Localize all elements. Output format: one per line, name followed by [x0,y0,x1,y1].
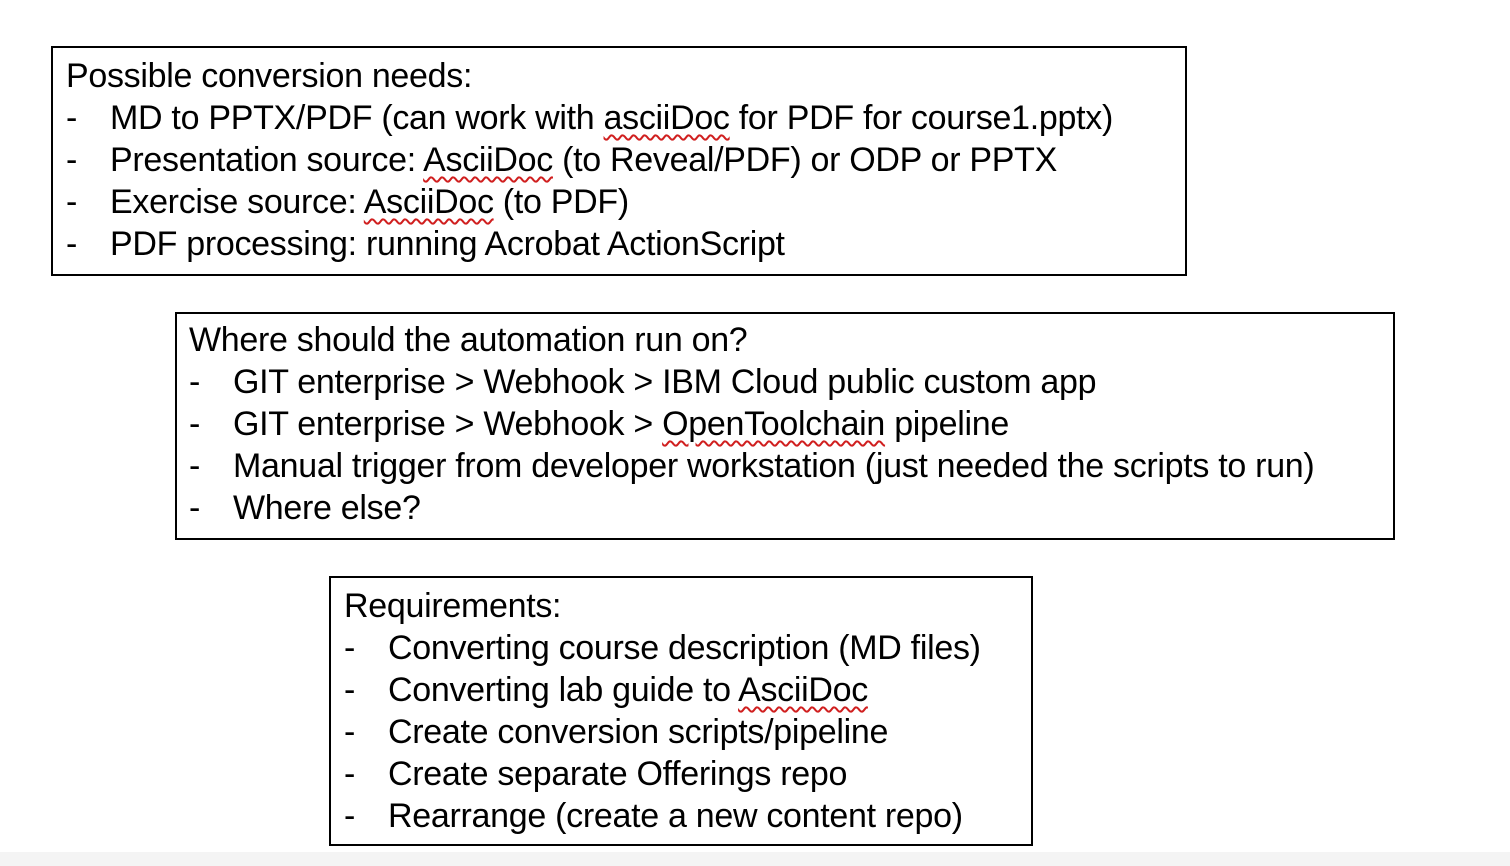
bullet-dash: - [66,225,78,263]
list-item: - GIT enterprise > Webhook > IBM Cloud p… [189,361,1379,403]
bullet-dash: - [189,447,201,485]
bullet-dash: - [66,183,78,221]
bullet-dash: - [189,489,201,527]
list-item: - Converting course description (MD file… [344,627,1024,669]
bullet-dash: - [344,797,356,835]
item-text: GIT enterprise > Webhook > IBM Cloud pub… [233,363,1097,401]
item-text: Rearrange (create a new content repo) [388,797,963,835]
list-item: - Create separate Offerings repo [344,753,1024,795]
automation-location-heading: Where should the automation run on? [189,321,748,359]
item-text: MD to PPTX/PDF (can work with [110,99,604,137]
bullet-dash: - [344,713,356,751]
item-text: GIT enterprise > Webhook > [233,405,663,443]
spellcheck-flagged-word[interactable]: AsciiDoc [423,141,553,179]
item-text: for PDF for course1.pptx) [729,99,1114,137]
bullet-dash: - [344,671,356,709]
bullet-dash: - [66,141,78,179]
list-item: - Where else? [189,487,1379,529]
item-text: Converting course description (MD files) [388,629,981,667]
spellcheck-flagged-word[interactable]: asciiDoc [604,99,730,137]
item-text: Manual trigger from developer workstatio… [233,447,1315,485]
list-item: - Manual trigger from developer workstat… [189,445,1379,487]
requirements-heading: Requirements: [344,587,562,625]
spellcheck-flagged-word[interactable]: AsciiDoc [364,183,494,221]
item-text: pipeline [885,405,1010,443]
list-item: - Create conversion scripts/pipeline [344,711,1024,753]
item-text: Presentation source: [110,141,424,179]
item-text: Create conversion scripts/pipeline [388,713,889,751]
item-text: Exercise source: [110,183,364,221]
bullet-dash: - [189,405,201,443]
bullet-dash: - [189,363,201,401]
requirements-box: Requirements: - Converting course descri… [329,576,1033,846]
bottom-edge-strip [0,852,1510,866]
item-text: (to Reveal/PDF) or ODP or PPTX [552,141,1057,179]
spellcheck-flagged-word[interactable]: AsciiDoc [738,671,868,709]
list-item: - Converting lab guide to AsciiDoc [344,669,1024,711]
list-item: - Presentation source: AsciiDoc (to Reve… [66,139,1166,181]
list-item: - MD to PPTX/PDF (can work with asciiDoc… [66,97,1166,139]
automation-location-box: Where should the automation run on? - GI… [175,312,1395,540]
list-item: - PDF processing: running Acrobat Action… [66,223,1166,265]
bullet-dash: - [66,99,78,137]
item-text: PDF processing: running Acrobat ActionSc… [110,225,785,263]
list-item: - Rearrange (create a new content repo) [344,795,1024,837]
list-item: - Exercise source: AsciiDoc (to PDF) [66,181,1166,223]
item-text: Create separate Offerings repo [388,755,848,793]
item-text: Converting lab guide to [388,671,739,709]
item-text: (to PDF) [493,183,629,221]
bullet-dash: - [344,755,356,793]
conversion-needs-heading: Possible conversion needs: [66,57,473,95]
spellcheck-flagged-word[interactable]: OpenToolchain [662,405,885,443]
bullet-dash: - [344,629,356,667]
conversion-needs-box: Possible conversion needs: - MD to PPTX/… [51,46,1187,276]
list-item: - GIT enterprise > Webhook > OpenToolcha… [189,403,1379,445]
item-text: Where else? [233,489,421,527]
